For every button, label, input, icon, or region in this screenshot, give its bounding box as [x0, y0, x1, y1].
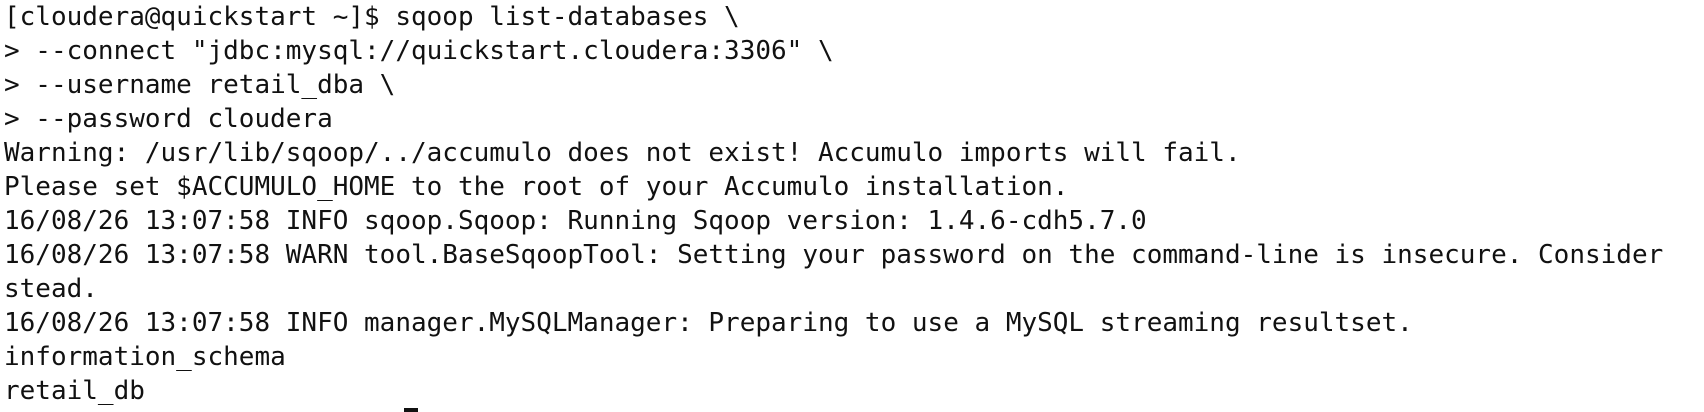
continuation-line-username: > --username retail_dba \ — [4, 70, 396, 100]
continuation-line-connect: > --connect "jdbc:mysql://quickstart.clo… — [4, 36, 834, 66]
terminal-window[interactable]: [cloudera@quickstart ~]$ sqoop list-data… — [0, 0, 1704, 412]
terminal-output: [cloudera@quickstart ~]$ sqoop list-data… — [4, 0, 1663, 408]
command-prompt-line: [cloudera@quickstart ~]$ sqoop list-data… — [4, 2, 740, 32]
log-line-password-warning-wrap: stead. — [4, 274, 98, 304]
log-line-mysql-manager: 16/08/26 13:07:58 INFO manager.MySQLMana… — [4, 308, 1413, 338]
warning-line-accumulo: Warning: /usr/lib/sqoop/../accumulo does… — [4, 138, 1241, 168]
output-line-database: retail_db — [4, 376, 145, 406]
warning-line-accumulo-home: Please set $ACCUMULO_HOME to the root of… — [4, 172, 1069, 202]
log-line-sqoop-version: 16/08/26 13:07:58 INFO sqoop.Sqoop: Runn… — [4, 206, 1147, 236]
log-line-password-warning: 16/08/26 13:07:58 WARN tool.BaseSqoopToo… — [4, 240, 1664, 270]
continuation-line-password: > --password cloudera — [4, 104, 333, 134]
text-cursor — [404, 408, 418, 412]
output-line-database: information_schema — [4, 342, 286, 372]
